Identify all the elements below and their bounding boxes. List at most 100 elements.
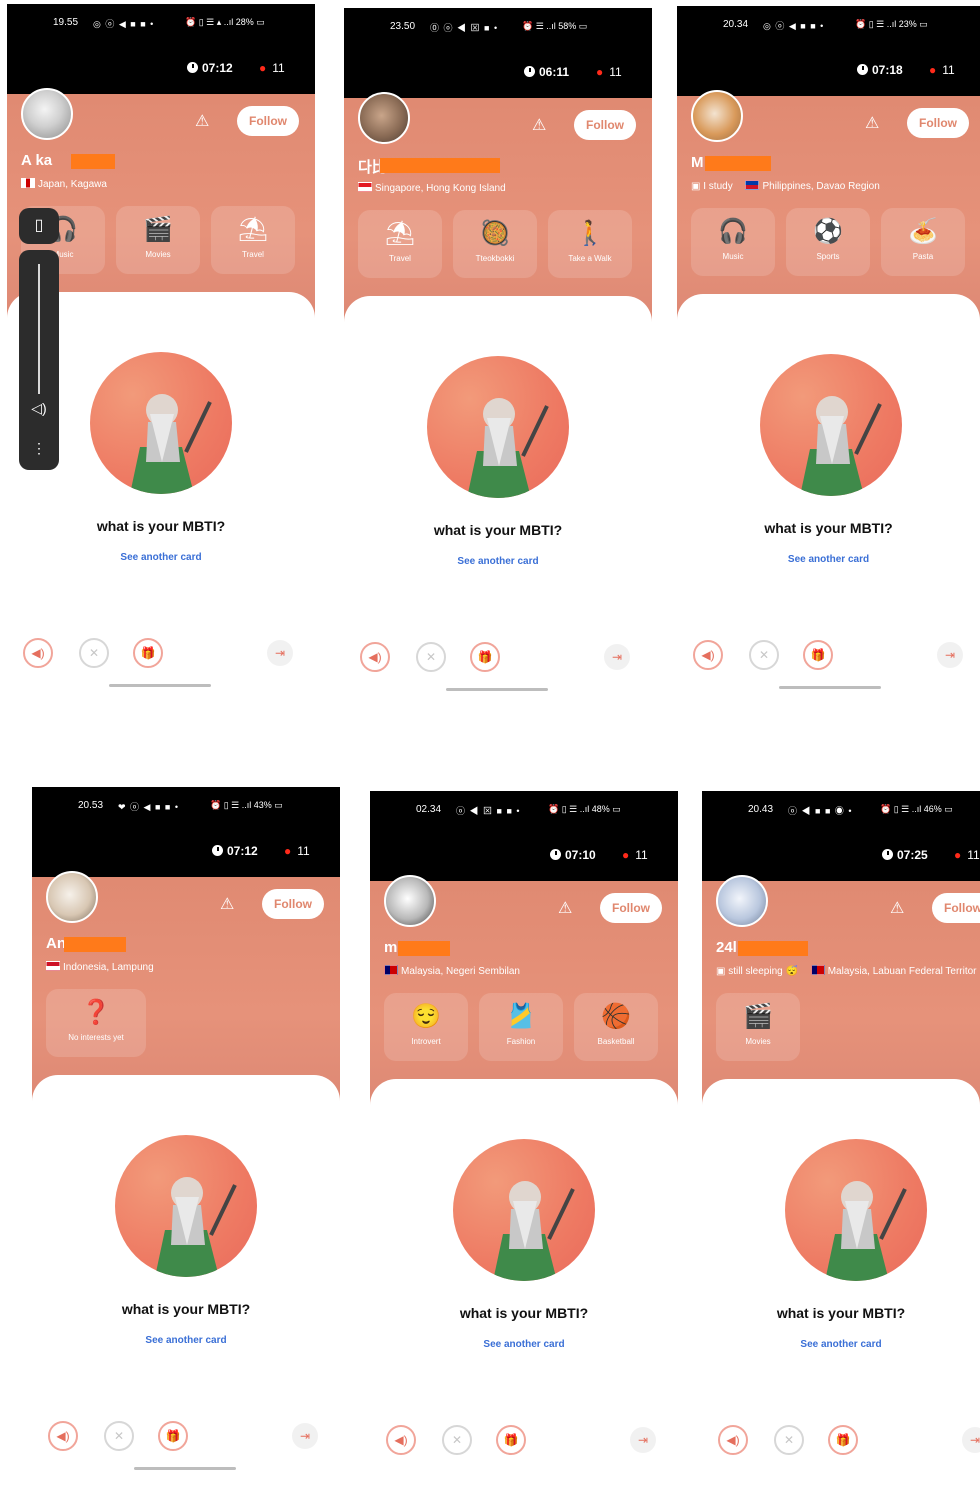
mute-button[interactable]: ✕ [104, 1421, 134, 1451]
interest-chip[interactable]: 🍝 Pasta [881, 208, 965, 276]
see-another-card-link[interactable]: See another card [702, 1339, 980, 1350]
interest-chip[interactable]: 🎧 Music [691, 208, 775, 276]
status-right-icons: ⏰ ☰ ..ıl 58% ▭ [522, 21, 588, 31]
exit-icon: ⇥ [274, 646, 286, 660]
follow-button[interactable]: Follow [237, 106, 299, 136]
status-right-icons: ⏰ ▯ ☰ ▴ ..ıl 28% ▭ [185, 17, 265, 27]
flag-icon [46, 961, 60, 971]
pin-icon: ● [596, 65, 604, 79]
speaker-button[interactable]: ◀) [718, 1425, 748, 1455]
follow-button[interactable]: Follow [600, 893, 662, 923]
pin-icon: ● [954, 848, 962, 862]
avatar[interactable] [716, 875, 768, 927]
volume-slider[interactable]: ◁) ⋮ [19, 250, 59, 470]
avatar[interactable] [21, 88, 73, 140]
more-icon[interactable]: ⋮ [19, 440, 59, 457]
exit-button[interactable]: ⇥ [604, 644, 630, 670]
clock-icon [187, 62, 198, 73]
warning-icon[interactable]: ⚠ [890, 901, 908, 917]
walking-person-icon: 🚶 [575, 220, 605, 247]
redaction-bar [705, 156, 771, 171]
gift-button[interactable]: 🎁 [828, 1425, 858, 1455]
gift-button[interactable]: 🎁 [496, 1425, 526, 1455]
interest-chip[interactable]: 😌 Introvert [384, 993, 468, 1061]
question-text: what is your MBTI? [121, 1301, 251, 1317]
follow-button[interactable]: Follow [907, 108, 969, 138]
speaker-button[interactable]: ◀) [23, 638, 53, 668]
mute-button[interactable]: ✕ [416, 642, 446, 672]
gift-icon: 🎁 [165, 1429, 181, 1443]
exit-button[interactable]: ⇥ [267, 640, 293, 666]
interest-chip[interactable]: 🎽 Fashion [479, 993, 563, 1061]
interest-chip[interactable]: 🎬 Movies [716, 993, 800, 1061]
follow-button[interactable]: Follow [574, 110, 636, 140]
clock-icon [857, 64, 868, 75]
screen-4: 20.53 ❤ ⓞ ◀ ■ ■ • ⏰ ▯ ☰ ..ıl 43% ▭ 07:12… [32, 787, 340, 1487]
gift-button[interactable]: 🎁 [133, 638, 163, 668]
beach-umbrella-icon: ⛱ [384, 220, 416, 247]
user-name: M [691, 154, 704, 171]
exit-icon: ⇥ [969, 1433, 980, 1447]
mute-button[interactable]: ✕ [749, 640, 779, 670]
exit-button[interactable]: ⇥ [630, 1427, 656, 1453]
see-another-card-link[interactable]: See another card [7, 552, 315, 563]
call-timer: 07:25 [882, 848, 928, 862]
warning-icon[interactable]: ⚠ [220, 897, 238, 913]
clock-icon [882, 849, 893, 860]
interest-chip[interactable]: ⚽ Sports [786, 208, 870, 276]
paella-icon: 🥘 [480, 220, 510, 247]
wizard-illustration [427, 356, 569, 498]
see-another-card-link[interactable]: See another card [677, 554, 980, 565]
interest-chip[interactable]: 🏀 Basketball [574, 993, 658, 1061]
warning-icon[interactable]: ⚠ [532, 118, 550, 134]
wizard-illustration [115, 1135, 257, 1277]
warning-icon[interactable]: ⚠ [558, 901, 576, 917]
see-another-card-link[interactable]: See another card [344, 556, 652, 567]
see-another-card-link[interactable]: See another card [370, 1339, 678, 1350]
gift-button[interactable]: 🎁 [803, 640, 833, 670]
mute-icon: ✕ [425, 650, 437, 664]
gift-icon: 🎁 [477, 650, 493, 664]
wizard-illustration [90, 352, 232, 494]
headphones-icon: 🎧 [718, 218, 748, 245]
warning-icon[interactable]: ⚠ [195, 114, 213, 130]
gift-button[interactable]: 🎁 [158, 1421, 188, 1451]
follow-button[interactable]: Follow [262, 889, 324, 919]
question-text: what is your MBTI? [776, 1305, 906, 1321]
user-location: Indonesia, Lampung [46, 961, 154, 973]
mute-button[interactable]: ✕ [774, 1425, 804, 1455]
call-header: 07:12 ● 11 [32, 821, 340, 877]
speaker-button[interactable]: ◀) [48, 1421, 78, 1451]
interest-chip[interactable]: 🚶 Take a Walk [548, 210, 632, 278]
gift-button[interactable]: 🎁 [470, 642, 500, 672]
exit-button[interactable]: ⇥ [937, 642, 963, 668]
screen-1: 19.55 ◎ ⓞ ◀ ■ ■ • ⏰ ▯ ☰ ▴ ..ıl 28% ▭ 07:… [7, 4, 315, 704]
avatar[interactable] [691, 90, 743, 142]
interest-chip[interactable]: 🥘 Tteokbokki [453, 210, 537, 278]
clock-icon [550, 849, 561, 860]
beach-umbrella-icon: ⛱ [237, 216, 269, 243]
exit-button[interactable]: ⇥ [292, 1423, 318, 1449]
interest-chip[interactable]: 🎬 Movies [116, 206, 200, 274]
call-header: 07:10 ● 11 [370, 825, 678, 881]
warning-icon[interactable]: ⚠ [865, 116, 883, 132]
speaker-button[interactable]: ◀) [360, 642, 390, 672]
speaker-button[interactable]: ◀) [693, 640, 723, 670]
avatar[interactable] [46, 871, 98, 923]
mute-button[interactable]: ✕ [79, 638, 109, 668]
redaction-bar [738, 941, 808, 956]
vibrate-icon[interactable]: ▯ [19, 208, 59, 244]
interest-chip[interactable]: ⛱ Travel [211, 206, 295, 274]
interest-chip[interactable]: ⛱ Travel [358, 210, 442, 278]
follow-button[interactable]: Follow [932, 893, 980, 923]
volume-icon[interactable]: ◁) [19, 400, 59, 417]
avatar[interactable] [358, 92, 410, 144]
screen-3: 20.34 ◎ ⓞ ◀ ■ ■ • ⏰ ▯ ☰ ..ıl 23% ▭ 07:18… [677, 6, 980, 706]
volume-track[interactable] [38, 264, 40, 394]
exit-button[interactable]: ⇥ [962, 1427, 980, 1453]
avatar[interactable] [384, 875, 436, 927]
mute-button[interactable]: ✕ [442, 1425, 472, 1455]
gift-icon: 🎁 [835, 1433, 851, 1447]
see-another-card-link[interactable]: See another card [32, 1335, 340, 1346]
speaker-button[interactable]: ◀) [386, 1425, 416, 1455]
